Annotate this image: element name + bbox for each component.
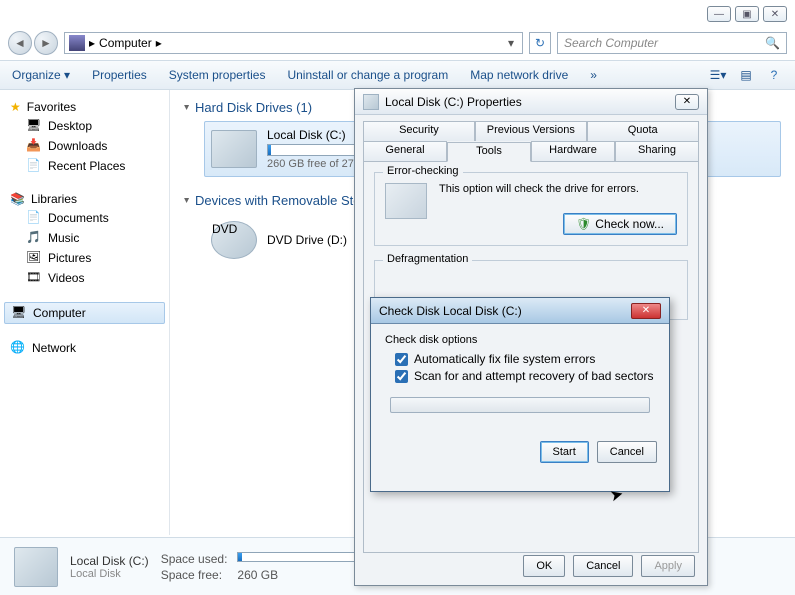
properties-ok-button[interactable]: OK (523, 555, 565, 577)
documents-icon: 📄 (26, 210, 42, 226)
back-button[interactable]: ◄ (8, 31, 32, 55)
favorites-header[interactable]: Favorites (4, 98, 165, 116)
auto-fix-option[interactable]: Automatically fix file system errors (395, 352, 655, 366)
search-input[interactable]: Search Computer 🔍 (557, 32, 787, 54)
space-used-label: Space used: (161, 552, 228, 566)
properties-title: Local Disk (C:) Properties (385, 95, 522, 109)
refresh-button[interactable]: ↻ (529, 32, 551, 54)
sidebar-item-recent[interactable]: 📄Recent Places (4, 156, 165, 176)
breadcrumb[interactable]: Computer (99, 36, 152, 50)
status-name: Local Disk (C:) (70, 554, 149, 568)
computer-icon: 🖥 (11, 305, 27, 321)
preview-pane-icon[interactable]: ▤ (737, 66, 755, 84)
sidebar-item-desktop[interactable]: 🖥Desktop (4, 116, 165, 136)
view-menu-icon[interactable]: ☰▾ (709, 66, 727, 84)
sidebar-item-pictures[interactable]: 🖼Pictures (4, 248, 165, 268)
tab-sharing[interactable]: Sharing (615, 141, 699, 161)
window-chrome: — ▣ ✕ (0, 0, 795, 28)
forward-button[interactable]: ► (34, 31, 58, 55)
hard-drive-icon (211, 130, 257, 168)
map-drive-cmd[interactable]: Map network drive (470, 68, 568, 82)
videos-icon: 🎞 (26, 270, 42, 286)
maximize-button[interactable]: ▣ (735, 6, 759, 22)
status-type: Local Disk (70, 568, 149, 580)
help-icon[interactable]: ? (765, 66, 783, 84)
properties-close-button[interactable]: ✕ (675, 94, 699, 110)
network-icon: 🌐 (10, 340, 26, 356)
space-free-value: 260 GB (237, 568, 357, 582)
organize-menu[interactable]: Organize ▾ (12, 68, 70, 82)
libraries-header[interactable]: Libraries (4, 190, 165, 208)
sidebar-item-videos[interactable]: 🎞Videos (4, 268, 165, 288)
search-placeholder: Search Computer (564, 36, 658, 50)
address-bar[interactable]: ▸ Computer ▸ ▾ (64, 32, 523, 54)
check-disk-titlebar[interactable]: Check Disk Local Disk (C:) ✕ (371, 298, 669, 324)
error-checking-text: This option will check the drive for err… (439, 183, 677, 195)
hard-drive-icon (14, 547, 58, 587)
drive-icon (363, 94, 379, 110)
properties-cmd[interactable]: Properties (92, 68, 147, 82)
search-icon: 🔍 (765, 36, 780, 50)
breadcrumb-arrow: ▸ (156, 36, 162, 50)
command-toolbar: Organize ▾ Properties System properties … (0, 60, 795, 90)
properties-apply-button[interactable]: Apply (641, 555, 695, 577)
address-dropdown[interactable]: ▾ (504, 36, 518, 50)
pictures-icon: 🖼 (26, 250, 42, 266)
sidebar-item-network[interactable]: 🌐Network (4, 338, 165, 358)
scan-recover-option[interactable]: Scan for and attempt recovery of bad sec… (395, 369, 655, 383)
sidebar-item-computer[interactable]: 🖥Computer (4, 302, 165, 324)
tab-quota[interactable]: Quota (587, 121, 699, 141)
check-disk-cancel-button[interactable]: Cancel (597, 441, 657, 463)
space-used-meter (237, 552, 357, 562)
sidebar-item-documents[interactable]: 📄Documents (4, 208, 165, 228)
check-disk-options-label: Check disk options (385, 334, 655, 346)
check-disk-start-button[interactable]: Start (540, 441, 589, 463)
desktop-icon: 🖥 (26, 118, 42, 134)
check-disk-close-button[interactable]: ✕ (631, 303, 661, 319)
close-button[interactable]: ✕ (763, 6, 787, 22)
computer-icon (69, 35, 85, 51)
space-free-label: Space free: (161, 568, 228, 582)
properties-tabs: Security Previous Versions Quota General… (355, 115, 707, 161)
system-properties-cmd[interactable]: System properties (169, 68, 266, 82)
drive-name: DVD Drive (D:) (267, 233, 347, 247)
navigation-pane: Favorites 🖥Desktop 📥Downloads 📄Recent Pl… (0, 90, 170, 535)
properties-titlebar[interactable]: Local Disk (C:) Properties ✕ (355, 89, 707, 115)
navigation-bar: ◄ ► ▸ Computer ▸ ▾ ↻ Search Computer 🔍 (0, 28, 795, 58)
tab-previous-versions[interactable]: Previous Versions (475, 121, 587, 141)
uninstall-cmd[interactable]: Uninstall or change a program (287, 68, 448, 82)
scan-recover-checkbox[interactable] (395, 370, 408, 383)
tab-general[interactable]: General (363, 141, 447, 161)
auto-fix-checkbox[interactable] (395, 353, 408, 366)
error-checking-group: Error-checking This option will check th… (374, 172, 688, 246)
check-now-button[interactable]: 🛡Check now... (563, 213, 677, 235)
recent-icon: 📄 (26, 158, 42, 174)
downloads-icon: 📥 (26, 138, 42, 154)
check-disk-progress (390, 397, 650, 413)
breadcrumb-arrow: ▸ (89, 36, 95, 50)
sidebar-item-downloads[interactable]: 📥Downloads (4, 136, 165, 156)
dvd-drive-icon: DVD (211, 221, 257, 259)
error-checking-legend: Error-checking (383, 165, 463, 177)
properties-cancel-button[interactable]: Cancel (573, 555, 633, 577)
sidebar-item-music[interactable]: 🎵Music (4, 228, 165, 248)
tab-security[interactable]: Security (363, 121, 475, 141)
music-icon: 🎵 (26, 230, 42, 246)
defrag-legend: Defragmentation (383, 253, 472, 265)
tab-hardware[interactable]: Hardware (531, 141, 615, 161)
more-cmd[interactable]: » (590, 68, 597, 82)
check-disk-title: Check Disk Local Disk (C:) (379, 304, 522, 318)
disk-check-icon (385, 183, 427, 219)
check-disk-dialog: Check Disk Local Disk (C:) ✕ Check disk … (370, 297, 670, 492)
tab-tools[interactable]: Tools (447, 142, 531, 162)
minimize-button[interactable]: — (707, 6, 731, 22)
